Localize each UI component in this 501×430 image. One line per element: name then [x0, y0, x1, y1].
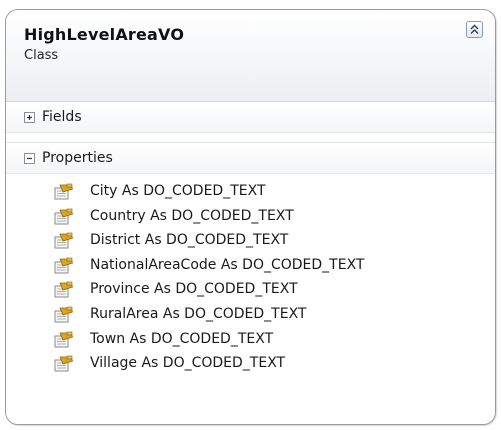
property-label: Province As DO_CODED_TEXT — [90, 281, 298, 298]
property-item[interactable]: District As DO_CODED_TEXT — [6, 229, 495, 254]
property-icon — [54, 257, 74, 274]
property-label: Country As DO_CODED_TEXT — [90, 207, 294, 224]
property-item[interactable]: Town As DO_CODED_TEXT — [6, 328, 495, 353]
property-label: NationalAreaCode As DO_CODED_TEXT — [90, 256, 365, 273]
property-icon — [54, 306, 74, 323]
class-body: Fields Properties City As DO_CODED_TEXT — [6, 102, 495, 424]
minus-icon — [27, 157, 32, 160]
expand-fields-toggle[interactable] — [24, 112, 35, 123]
property-label: Town As DO_CODED_TEXT — [90, 330, 274, 347]
collapse-button[interactable] — [466, 21, 483, 38]
plus-icon — [27, 115, 32, 120]
property-item[interactable]: Village As DO_CODED_TEXT — [6, 352, 495, 377]
property-label: Village As DO_CODED_TEXT — [90, 355, 286, 372]
properties-list: City As DO_CODED_TEXT Country As DO_CODE… — [6, 180, 495, 377]
property-item[interactable]: NationalAreaCode As DO_CODED_TEXT — [6, 254, 495, 279]
fields-label: Fields — [42, 109, 82, 125]
property-label: District As DO_CODED_TEXT — [90, 232, 289, 249]
class-header: HighLevelAreaVO Class — [6, 10, 495, 102]
class-shape[interactable]: HighLevelAreaVO Class Fields Properties … — [5, 9, 496, 425]
property-label: RuralArea As DO_CODED_TEXT — [90, 305, 307, 322]
class-kind: Class — [24, 48, 59, 63]
properties-section-header[interactable]: Properties — [6, 142, 495, 174]
collapse-properties-toggle[interactable] — [24, 153, 35, 164]
property-item[interactable]: Country As DO_CODED_TEXT — [6, 205, 495, 230]
fields-section-header[interactable]: Fields — [6, 102, 495, 133]
property-item[interactable]: Province As DO_CODED_TEXT — [6, 278, 495, 303]
property-icon — [54, 331, 74, 348]
property-item[interactable]: RuralArea As DO_CODED_TEXT — [6, 303, 495, 328]
properties-label: Properties — [42, 150, 113, 166]
property-item[interactable]: City As DO_CODED_TEXT — [6, 180, 495, 205]
property-icon — [54, 208, 74, 225]
property-icon — [54, 355, 74, 372]
class-name: HighLevelAreaVO — [24, 25, 185, 44]
double-chevron-up-icon — [470, 24, 479, 34]
property-icon — [54, 232, 74, 249]
property-icon — [54, 282, 74, 298]
property-icon — [54, 183, 74, 200]
property-label: City As DO_CODED_TEXT — [90, 183, 266, 199]
